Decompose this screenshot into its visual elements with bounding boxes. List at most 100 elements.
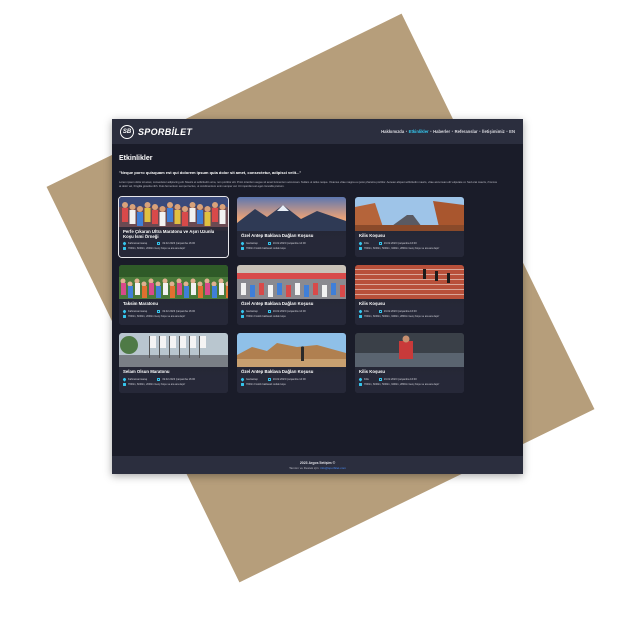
event-thumbnail	[237, 265, 346, 299]
event-info: Özel Antep Baklava Dağları Koşusu Gazian…	[237, 367, 346, 393]
event-date-text: 19.02.2023 Çarşamba 16:00	[383, 242, 417, 245]
event-date: 19.02.2023 Çarşamba 16:00	[378, 242, 417, 245]
location-pin-icon	[240, 309, 245, 314]
location-pin-icon	[240, 241, 245, 246]
event-title: Perfe Çıkaran Ultra Maratonu ve Aşırı Uz…	[123, 229, 215, 239]
calendar-icon	[157, 310, 161, 313]
main-content: Etkinlikler "Neque porro quisquam est qu…	[112, 155, 523, 393]
event-image	[355, 265, 464, 299]
distance-icon	[359, 247, 362, 250]
event-distances: 7000m, 6000m, 2000m Genç Koşu ve ara ara…	[123, 383, 224, 386]
event-distances: 7000m, 6000m, 2000m Genç Koşu ve ara ara…	[123, 315, 224, 318]
brand-logo[interactable]: SB SPORBİLET	[120, 124, 193, 139]
event-date-text: 19.02.2023 Çarşamba 16:00	[383, 310, 417, 313]
event-card[interactable]: Taksim Maratonu Kahramanmaraş 19.02.2023…	[119, 265, 228, 325]
calendar-icon	[378, 242, 382, 245]
event-card[interactable]: Özel Antep Baklava Dağları Koşusu Gazian…	[237, 333, 346, 393]
event-info: Selam Olsun Maratonu Kahramanmaraş 19.02…	[119, 367, 228, 393]
distance-icon	[123, 247, 126, 250]
nav-link-2[interactable]: Haberler	[433, 129, 450, 134]
event-date: 19.02.2023 Çarşamba 16:00	[157, 242, 195, 245]
event-thumbnail	[355, 197, 464, 231]
event-thumbnail	[119, 197, 228, 231]
calendar-icon	[267, 378, 271, 381]
event-meta: Kilis 19.02.2023 Çarşamba 16:00	[358, 377, 460, 382]
event-distances: 7000m, 6000m, 5000m, 3400m, 2800m Genç K…	[359, 315, 460, 318]
event-meta: Kahramanmaraş 19.02.2023 Çarşamba 16:00	[122, 377, 224, 382]
event-location-text: Kilis	[364, 242, 369, 245]
event-card[interactable]: Özel Antep Baklava Dağları Koşusu Gazian…	[237, 265, 346, 325]
distance-icon	[123, 383, 126, 386]
location-pin-icon	[122, 377, 127, 382]
event-card[interactable]: Kilis Koşusu Kilis 19.02.2023 Çarşamba 1…	[355, 333, 464, 393]
logo-badge-icon: SB	[120, 124, 134, 139]
page-title: Etkinlikler	[119, 155, 153, 162]
event-date-text: 19.02.2023 Çarşamba 14:00	[272, 378, 306, 381]
location-pin-icon	[358, 241, 363, 246]
event-distances: 7000m, 6000m, 5000m, 3400m, 2800m Genç K…	[359, 383, 460, 386]
brand-name: SPORBİLET	[138, 126, 193, 137]
event-date-text: 19.02.2023 Çarşamba 16:00	[383, 378, 417, 381]
event-image	[355, 333, 464, 367]
distance-icon	[359, 383, 362, 386]
event-date: 19.02.2023 Çarşamba 14:00	[267, 378, 306, 381]
event-distances-text: 7000m, 6000m, 5000m, 3400m, 2800m Genç K…	[364, 247, 440, 250]
event-location-text: Gaziantep	[246, 242, 258, 245]
event-distances: 7000m, 6000m, 2000m Genç Koşu ve ara ara…	[123, 247, 224, 250]
event-image	[237, 333, 346, 367]
nav-separator: •	[451, 129, 454, 134]
event-title: Taksim Maratonu	[123, 301, 159, 306]
event-location-text: Gaziantep	[246, 378, 258, 381]
event-location: Gaziantep	[240, 377, 258, 382]
event-image	[355, 197, 464, 231]
event-date: 19.02.2023 Çarşamba 16:00	[157, 310, 195, 313]
event-distances: 7000m Fıstıklı baklavalı ondalı koşu	[241, 315, 342, 318]
nav-link-0[interactable]: Hakkımızda	[381, 129, 404, 134]
distance-icon	[241, 315, 244, 318]
event-distances-text: 7000m Fıstıklı baklavalı ondalı koşu	[246, 383, 286, 386]
event-info: Kilis Koşusu Kilis 19.02.2023 Çarşamba 1…	[355, 299, 464, 325]
event-location: Gaziantep	[240, 309, 258, 314]
event-date-text: 19.02.2023 Çarşamba 14:00	[272, 310, 306, 313]
nav-separator: •	[405, 129, 408, 134]
footer-email-link[interactable]: info@sporbilet.com	[320, 466, 346, 470]
nav-separator: •	[430, 129, 432, 134]
distance-icon	[123, 315, 126, 318]
calendar-icon	[378, 378, 382, 381]
distance-icon	[359, 315, 362, 318]
event-thumbnail	[355, 265, 464, 299]
event-distances-text: 7000m Fıstıklı baklavalı ondalı koşu	[246, 247, 286, 250]
event-image	[119, 333, 228, 367]
calendar-icon	[157, 242, 161, 245]
event-info: Kilis Koşusu Kilis 19.02.2023 Çarşamba 1…	[355, 231, 464, 257]
event-location-text: Kahramanmaraş	[128, 242, 148, 245]
event-date: 19.02.2023 Çarşamba 14:00	[267, 242, 306, 245]
nav-link-1[interactable]: Etkinlikler	[409, 129, 429, 134]
calendar-icon	[157, 378, 161, 381]
event-distances: 7000m Fıstıklı baklavalı ondalı koşu	[241, 383, 342, 386]
event-image	[119, 197, 228, 231]
event-title: Özel Antep Baklava Dağları Koşusu	[241, 233, 314, 238]
website-screenshot: SB SPORBİLET Hakkımızda • Etkinlikler • Habe…	[112, 119, 523, 474]
event-thumbnail	[119, 333, 228, 367]
event-info: Perfe Çıkaran Ultra Maratonu ve Aşırı Uz…	[119, 227, 228, 257]
nav-link-5[interactable]: EN	[509, 129, 515, 134]
event-thumbnail	[355, 333, 464, 367]
nav-link-4[interactable]: İletişimimiz	[482, 129, 505, 134]
event-title: Kilis Koşusu	[359, 301, 386, 306]
event-image	[119, 265, 228, 299]
event-card[interactable]: Kilis Koşusu Kilis 19.02.2023 Çarşamba 1…	[355, 197, 464, 257]
event-distances-text: 7000m Fıstıklı baklavalı ondalı koşu	[246, 315, 286, 318]
event-card[interactable]: Selam Olsun Maratonu Kahramanmaraş 19.02…	[119, 333, 228, 393]
nav-separator: •	[479, 129, 481, 134]
distance-icon	[241, 247, 244, 250]
event-card[interactable]: Kilis Koşusu Kilis 19.02.2023 Çarşamba 1…	[355, 265, 464, 325]
top-navbar: SB SPORBİLET Hakkımızda • Etkinlikler • Habe…	[112, 119, 523, 144]
nav-link-3[interactable]: Referanslar	[455, 129, 478, 134]
event-card[interactable]: Özel Antep Baklava Dağları Koşusu Gazian…	[237, 197, 346, 257]
events-grid: Perfe Çıkaran Ultra Maratonu ve Aşırı Uz…	[118, 196, 523, 393]
event-distances-text: 7000m, 6000m, 2000m Genç Koşu ve ara ara…	[128, 383, 186, 386]
event-title: Özel Antep Baklava Dağları Koşusu	[241, 369, 314, 374]
event-card[interactable]: Perfe Çıkaran Ultra Maratonu ve Aşırı Uz…	[118, 196, 229, 258]
location-pin-icon	[358, 377, 363, 382]
